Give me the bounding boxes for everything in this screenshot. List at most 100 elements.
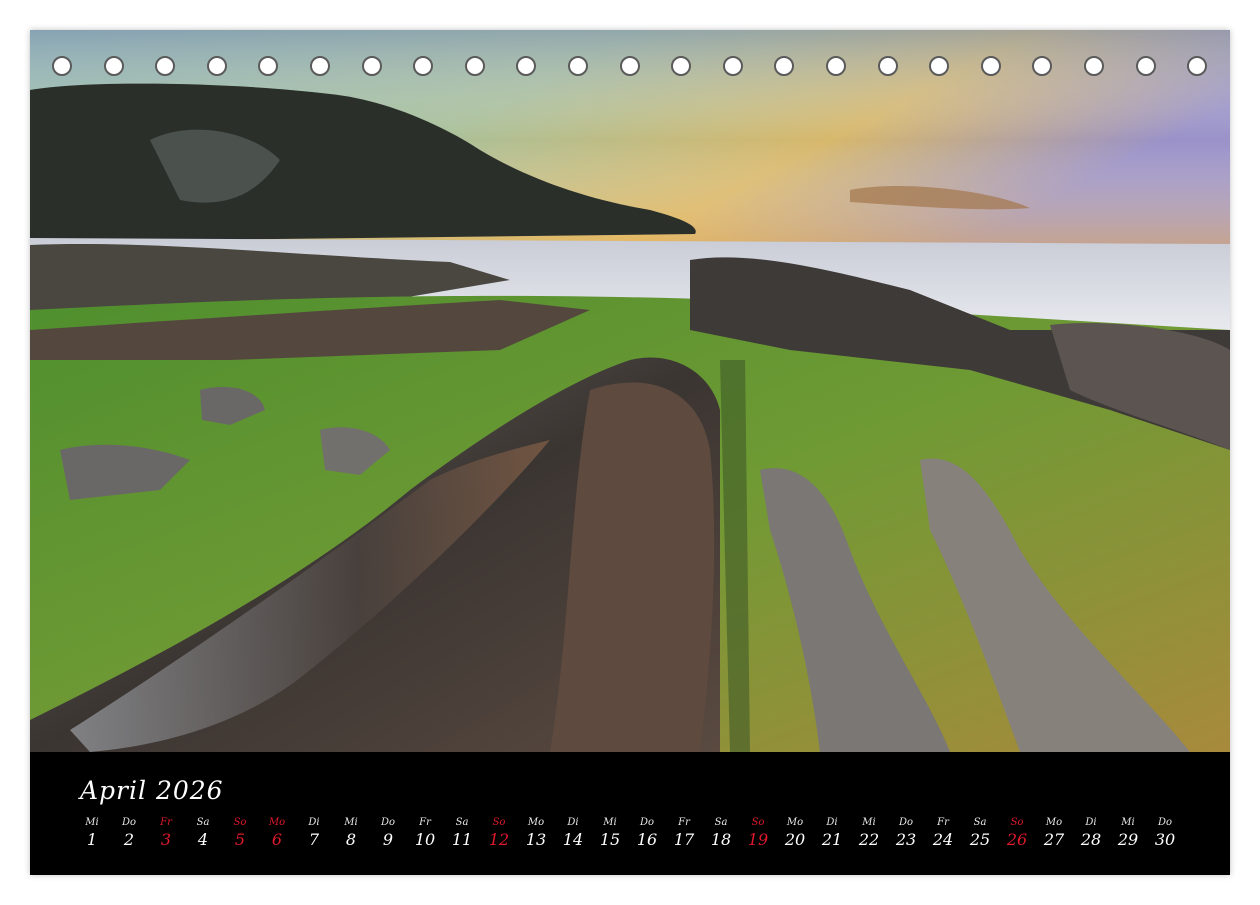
day-number: 28 bbox=[1080, 830, 1102, 849]
binding-hole bbox=[980, 56, 1001, 76]
weekday-label: So bbox=[751, 817, 765, 828]
day-number: 13 bbox=[525, 830, 547, 849]
weekday-label: Do bbox=[898, 817, 914, 828]
weekday-label: Mi bbox=[603, 817, 617, 828]
day-cell: Do 23 bbox=[891, 816, 921, 850]
weekday-label: Mo bbox=[786, 817, 804, 828]
day-number: 8 bbox=[345, 830, 357, 849]
day-cell: Fr 10 bbox=[410, 816, 440, 850]
binding-hole bbox=[1032, 56, 1053, 76]
binding-hole bbox=[258, 56, 279, 76]
binding-hole bbox=[103, 56, 124, 76]
day-number: 17 bbox=[673, 830, 695, 849]
weekday-label: Mi bbox=[862, 817, 876, 828]
day-cell: So 19 bbox=[743, 816, 773, 850]
binding-hole bbox=[413, 56, 434, 76]
day-cell: Mi 15 bbox=[595, 816, 625, 850]
day-cell: Mo 6 bbox=[262, 816, 292, 850]
weekday-label: Sa bbox=[714, 817, 728, 828]
weekday-label: Di bbox=[826, 817, 838, 828]
calendar-bar: April 2026 Mi 1 Do 2 Fr 3 Sa 4 So 5 Mo 6 Di 7 Mi 8 Do 9 Fr… bbox=[30, 752, 1230, 875]
weekday-label: Mo bbox=[268, 817, 286, 828]
binding-hole bbox=[722, 56, 743, 76]
landscape-photo bbox=[30, 30, 1230, 752]
day-cell: Do 16 bbox=[632, 816, 662, 850]
day-cell: So 26 bbox=[1002, 816, 1032, 850]
day-cell: Mo 20 bbox=[780, 816, 810, 850]
day-number: 18 bbox=[710, 830, 732, 849]
day-number: 1 bbox=[86, 830, 98, 849]
day-cell: Sa 18 bbox=[706, 816, 736, 850]
weekday-label: Do bbox=[639, 817, 655, 828]
weekday-label: Di bbox=[567, 817, 579, 828]
binding-hole bbox=[206, 56, 227, 76]
day-number: 4 bbox=[197, 830, 209, 849]
day-number: 26 bbox=[1006, 830, 1028, 849]
day-strip: Mi 1 Do 2 Fr 3 Sa 4 So 5 Mo 6 Di 7 Mi 8 Do 9 Fr 10 Sa 11 So 12 M… bbox=[77, 816, 1187, 856]
day-number: 14 bbox=[562, 830, 584, 849]
weekday-label: Fr bbox=[419, 817, 431, 828]
weekday-label: Mo bbox=[527, 817, 545, 828]
weekday-label: So bbox=[1010, 817, 1024, 828]
day-number: 6 bbox=[271, 830, 283, 849]
weekday-label: Sa bbox=[455, 817, 469, 828]
day-number: 27 bbox=[1043, 830, 1065, 849]
day-cell: Di 14 bbox=[558, 816, 588, 850]
weekday-label: Fr bbox=[937, 817, 949, 828]
day-cell: Fr 24 bbox=[928, 816, 958, 850]
day-cell: Sa 11 bbox=[447, 816, 477, 850]
binding-hole bbox=[774, 56, 795, 76]
weekday-label: Fr bbox=[678, 817, 690, 828]
day-number: 15 bbox=[599, 830, 621, 849]
binding-hole bbox=[877, 56, 898, 76]
day-cell: Sa 25 bbox=[965, 816, 995, 850]
day-cell: Fr 17 bbox=[669, 816, 699, 850]
weekday-label: Di bbox=[1085, 817, 1097, 828]
binding-hole bbox=[619, 56, 640, 76]
binding-hole bbox=[464, 56, 485, 76]
binding-hole bbox=[361, 56, 382, 76]
weekday-label: Do bbox=[121, 817, 137, 828]
binding-hole bbox=[671, 56, 692, 76]
day-cell: Fr 3 bbox=[151, 816, 181, 850]
month-title: April 2026 bbox=[80, 776, 224, 805]
weekday-label: Mi bbox=[1121, 817, 1135, 828]
day-number: 24 bbox=[932, 830, 954, 849]
weekday-label: So bbox=[492, 817, 506, 828]
day-cell: Do 9 bbox=[373, 816, 403, 850]
day-cell: Do 30 bbox=[1150, 816, 1180, 850]
day-cell: Mi 29 bbox=[1113, 816, 1143, 850]
day-number: 20 bbox=[784, 830, 806, 849]
day-cell: Mi 1 bbox=[77, 816, 107, 850]
binding-hole bbox=[1187, 56, 1208, 76]
binding-hole bbox=[826, 56, 846, 76]
day-number: 16 bbox=[636, 830, 658, 849]
day-number: 5 bbox=[234, 830, 246, 849]
day-number: 11 bbox=[451, 830, 473, 849]
day-number: 25 bbox=[969, 830, 991, 849]
weekday-label: Do bbox=[380, 817, 396, 828]
weekday-label: So bbox=[233, 817, 247, 828]
day-cell: Di 21 bbox=[817, 816, 847, 850]
binding-hole bbox=[929, 56, 950, 76]
day-cell: Do 2 bbox=[114, 816, 144, 850]
weekday-label: Fr bbox=[160, 817, 172, 828]
binding-hole bbox=[52, 56, 72, 76]
binding-hole bbox=[516, 56, 537, 76]
day-number: 2 bbox=[123, 830, 135, 849]
calendar-page: April 2026 Mi 1 Do 2 Fr 3 Sa 4 So 5 Mo 6 Di 7 Mi 8 Do 9 Fr… bbox=[30, 30, 1230, 875]
weekday-label: Di bbox=[308, 817, 320, 828]
weekday-label: Mi bbox=[85, 817, 99, 828]
day-cell: So 12 bbox=[484, 816, 514, 850]
day-cell: Mi 8 bbox=[336, 816, 366, 850]
day-cell: Mi 22 bbox=[854, 816, 884, 850]
binding-hole bbox=[568, 56, 588, 76]
binding-hole bbox=[155, 56, 176, 76]
day-number: 22 bbox=[858, 830, 880, 849]
day-number: 10 bbox=[414, 830, 436, 849]
day-number: 19 bbox=[747, 830, 769, 849]
weekday-label: Mo bbox=[1045, 817, 1063, 828]
day-cell: Sa 4 bbox=[188, 816, 218, 850]
day-number: 3 bbox=[160, 830, 172, 849]
day-number: 29 bbox=[1117, 830, 1139, 849]
